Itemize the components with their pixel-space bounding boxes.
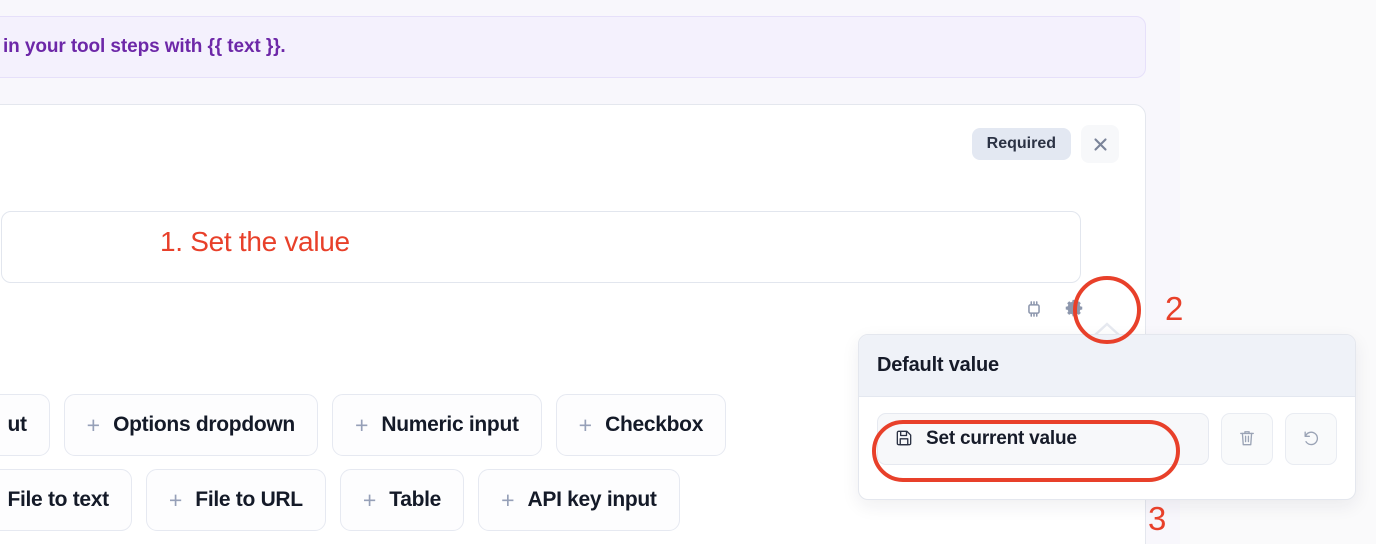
plus-icon: + bbox=[354, 411, 369, 438]
add-chip-options-dropdown[interactable]: + Options dropdown bbox=[63, 394, 318, 456]
chip-label: Checkbox bbox=[605, 413, 704, 436]
input-toolbar bbox=[1021, 297, 1087, 323]
chip-label: File to URL bbox=[195, 488, 303, 511]
add-chip-table[interactable]: + Table bbox=[339, 469, 465, 531]
chip-label: API key input bbox=[527, 488, 657, 511]
cpu-chip-icon bbox=[1023, 298, 1045, 323]
plus-icon: + bbox=[578, 411, 593, 438]
popover-header: Default value bbox=[859, 335, 1355, 397]
required-badge: Required bbox=[971, 128, 1071, 160]
value-input-container bbox=[1, 211, 1081, 283]
chip-label: Table bbox=[389, 488, 442, 511]
chip-label: File to text bbox=[7, 488, 109, 511]
chip-label: Options dropdown bbox=[113, 413, 295, 436]
add-chip-text-input[interactable]: + ut bbox=[0, 394, 50, 456]
gear-icon bbox=[1063, 298, 1085, 323]
add-parameter-chip-rows: + ut + Options dropdown + Numeric input … bbox=[0, 394, 727, 531]
close-icon bbox=[1092, 136, 1109, 153]
settings-gear-button[interactable] bbox=[1061, 297, 1087, 323]
set-current-value-button[interactable]: Set current value bbox=[877, 413, 1209, 465]
reset-undo-icon bbox=[1301, 428, 1321, 451]
info-banner-text: in your tool steps with {{ text }}. bbox=[3, 36, 286, 57]
add-chip-file-to-text[interactable]: + File to text bbox=[0, 469, 132, 531]
cpu-chip-button[interactable] bbox=[1021, 297, 1047, 323]
delete-default-value-button[interactable] bbox=[1221, 413, 1273, 465]
info-banner: in your tool steps with {{ text }}. bbox=[0, 16, 1146, 78]
add-chip-checkbox[interactable]: + Checkbox bbox=[555, 394, 727, 456]
chip-row-2: + File to text + File to URL + Table + A… bbox=[0, 469, 726, 531]
chip-row-1: + ut + Options dropdown + Numeric input … bbox=[0, 394, 727, 456]
chip-label: Numeric input bbox=[381, 413, 519, 436]
chip-label: ut bbox=[7, 413, 27, 436]
plus-icon: + bbox=[168, 486, 183, 513]
add-chip-numeric-input[interactable]: + Numeric input bbox=[331, 394, 542, 456]
plus-icon: + bbox=[86, 411, 101, 438]
set-current-value-label: Set current value bbox=[926, 428, 1077, 449]
value-input[interactable] bbox=[2, 212, 1080, 282]
trash-icon bbox=[1237, 428, 1257, 451]
close-button[interactable] bbox=[1081, 125, 1119, 163]
add-chip-api-key-input[interactable]: + API key input bbox=[478, 469, 680, 531]
default-value-popover: Default value Set current value bbox=[858, 334, 1356, 500]
plus-icon: + bbox=[501, 486, 515, 513]
card-header: Required bbox=[971, 125, 1119, 163]
popover-title: Default value bbox=[877, 354, 999, 376]
save-floppy-icon bbox=[894, 428, 914, 451]
popover-body: Set current value bbox=[859, 397, 1355, 481]
add-chip-file-to-url[interactable]: + File to URL bbox=[145, 469, 326, 531]
reset-default-value-button[interactable] bbox=[1285, 413, 1337, 465]
plus-icon: + bbox=[362, 486, 377, 513]
